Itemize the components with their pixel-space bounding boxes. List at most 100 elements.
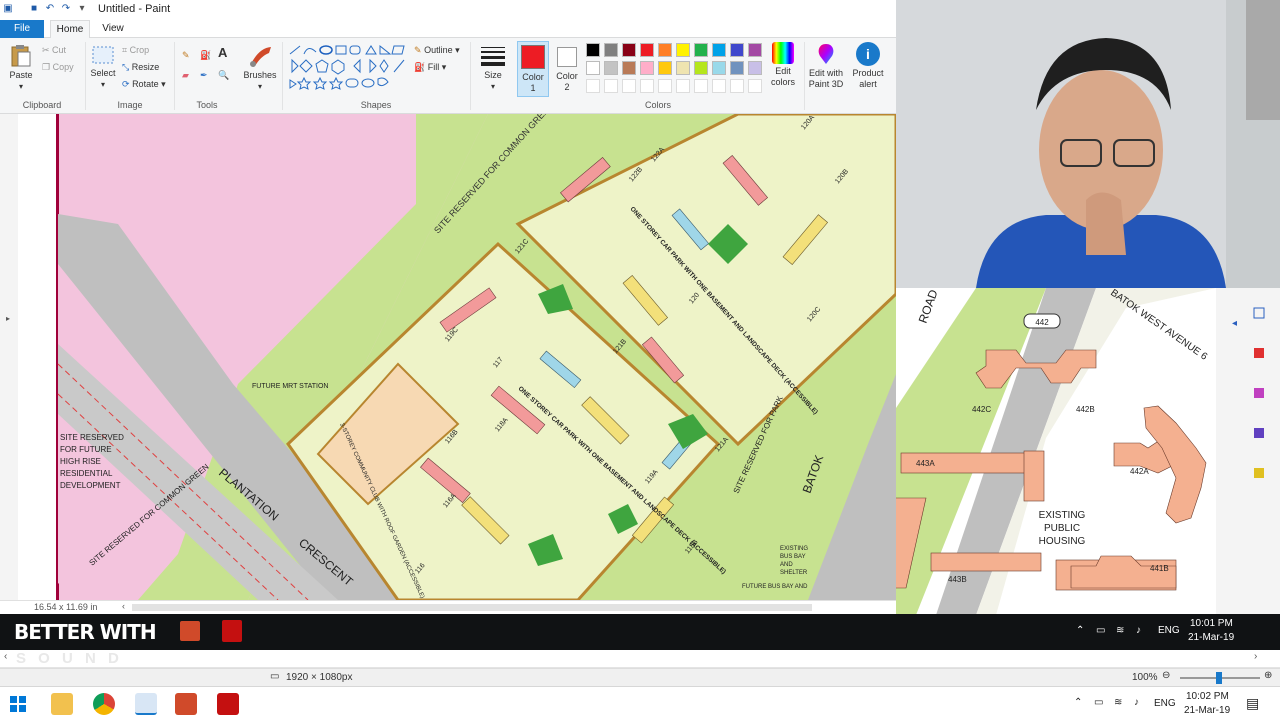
fill-bucket-icon[interactable]: ⛽	[200, 48, 211, 62]
palette-swatch[interactable]	[640, 61, 654, 75]
paste-button[interactable]: Paste ▾	[6, 44, 36, 92]
custom-color-slot[interactable]	[730, 79, 744, 93]
volume-icon[interactable]: ♪	[1136, 625, 1141, 636]
start-icon[interactable]	[10, 696, 26, 712]
acrobat-taskbar-icon[interactable]	[217, 693, 239, 715]
palette-swatch[interactable]	[748, 61, 762, 75]
size-readout: 16.54 x 11.69 in	[34, 602, 98, 612]
paste-label: Paste	[9, 70, 33, 80]
custom-color-slot[interactable]	[640, 79, 654, 93]
tray-chevron-icon[interactable]: ⌃	[1074, 697, 1082, 708]
fill-dropdown[interactable]: ⛽ Fill ▾	[414, 60, 446, 74]
palette-swatch[interactable]	[640, 43, 654, 57]
palette-swatch[interactable]	[676, 43, 690, 57]
tab-home[interactable]: Home	[50, 20, 90, 38]
powerpoint-icon[interactable]	[180, 621, 200, 641]
resize-button[interactable]: ⤡ Resize	[122, 60, 159, 74]
custom-color-slot[interactable]	[676, 79, 690, 93]
palette-swatch[interactable]	[658, 61, 672, 75]
powerpoint-taskbar-icon[interactable]	[175, 693, 197, 715]
rotate-button[interactable]: ⟳ Rotate ▾	[122, 77, 166, 91]
pencil-icon[interactable]: ✎	[182, 48, 190, 62]
cut-button[interactable]: ✂ Cut	[42, 43, 66, 57]
crop-button[interactable]: ⌗ Crop	[122, 43, 149, 57]
palette-swatch[interactable]	[586, 61, 600, 75]
redo-icon[interactable]: ↷	[60, 3, 72, 15]
palette-swatch[interactable]	[676, 61, 690, 75]
size-button[interactable]: Size ▾	[476, 44, 510, 92]
palette-swatch[interactable]	[748, 43, 762, 57]
palette-swatch[interactable]	[730, 43, 744, 57]
undo-icon[interactable]: ↶	[44, 3, 56, 15]
tab-file[interactable]: File	[0, 20, 44, 38]
wifi-icon[interactable]: ≋	[1116, 625, 1124, 636]
custom-color-slot[interactable]	[622, 79, 636, 93]
text-tool-icon[interactable]: A	[218, 46, 227, 60]
palette-swatch[interactable]	[658, 43, 672, 57]
palette-swatch[interactable]	[712, 43, 726, 57]
scroll-left-icon[interactable]: ‹	[122, 601, 125, 611]
clock-date[interactable]: 21-Mar-19	[1184, 705, 1230, 716]
color2-swatch	[557, 47, 577, 67]
eraser-icon[interactable]: ▰	[182, 68, 189, 82]
outline-dropdown[interactable]: ✎ Outline ▾	[414, 43, 460, 57]
magnifier-icon[interactable]: 🔍	[218, 68, 229, 82]
chrome-icon[interactable]	[93, 693, 115, 715]
tray-chevron-icon[interactable]: ⌃	[1076, 625, 1084, 636]
clock-time[interactable]: 10:02 PM	[1186, 691, 1229, 702]
language-indicator[interactable]: ENG	[1154, 698, 1176, 709]
zoom-in-icon[interactable]: ⊕	[1264, 670, 1272, 681]
image-dimensions: 1920 × 1080px	[286, 672, 353, 683]
zoom-out-icon[interactable]: ⊖	[1162, 670, 1170, 681]
paint3d-icon	[818, 44, 834, 64]
brushes-button[interactable]: Brushes ▾	[242, 44, 278, 92]
file-explorer-icon[interactable]	[51, 693, 73, 715]
color-picker-icon[interactable]: ✒	[200, 68, 208, 82]
palette-swatch[interactable]	[730, 61, 744, 75]
notification-icon[interactable]: ▤	[1246, 695, 1259, 712]
inner-language[interactable]: ENG	[1158, 625, 1180, 636]
edit-colors-button[interactable]: Edit colors	[766, 42, 800, 88]
palette-swatch[interactable]	[622, 61, 636, 75]
color2-number: 2	[564, 82, 570, 92]
custom-color-slot[interactable]	[604, 79, 618, 93]
custom-color-slot[interactable]	[694, 79, 708, 93]
color1-button[interactable]: Color 1	[517, 41, 549, 97]
paint-taskbar-icon[interactable]	[135, 693, 157, 715]
expand-left-icon[interactable]: ▸	[6, 314, 10, 323]
palette-swatch[interactable]	[604, 43, 618, 57]
volume-icon[interactable]: ♪	[1134, 697, 1139, 708]
palette-swatch[interactable]	[622, 43, 636, 57]
horizontal-scrollbar[interactable]	[132, 604, 812, 611]
size-label: Size	[484, 70, 502, 80]
custom-color-slot[interactable]	[748, 79, 762, 93]
select-button[interactable]: Select ▾	[88, 44, 118, 90]
save-icon[interactable]: ■	[28, 3, 40, 15]
palette-swatch[interactable]	[694, 43, 708, 57]
scroll-right-icon[interactable]: ›	[1254, 651, 1257, 662]
zoom-slider-thumb[interactable]	[1216, 672, 1222, 684]
customize-quick-access-icon[interactable]: ▾	[76, 3, 88, 15]
custom-color-slot[interactable]	[586, 79, 600, 93]
pdf-label-public: PUBLIC	[1044, 523, 1080, 534]
scroll-left-icon[interactable]: ‹	[4, 651, 7, 662]
custom-color-slot[interactable]	[658, 79, 672, 93]
pdf-collapse-icon[interactable]: ◂	[1232, 318, 1237, 329]
product-alert-button[interactable]: i Product alert	[848, 42, 888, 90]
shapes-gallery[interactable]	[288, 44, 408, 92]
palette-swatch[interactable]	[586, 43, 600, 57]
copy-button[interactable]: ❐ Copy	[42, 60, 74, 74]
tools-group-label: Tools	[196, 100, 218, 110]
palette-swatch[interactable]	[694, 61, 708, 75]
color2-label: Color	[556, 71, 578, 81]
label-mrt: FUTURE MRT STATION	[252, 383, 328, 390]
color2-button[interactable]: Color 2	[552, 41, 582, 97]
tab-view[interactable]: View	[96, 20, 130, 38]
palette-swatch[interactable]	[604, 61, 618, 75]
custom-color-slot[interactable]	[712, 79, 726, 93]
palette-swatch[interactable]	[712, 61, 726, 75]
canvas-area[interactable]: ▸ SITE RESERVED FOR COMMON GREEN FUTURE …	[0, 114, 896, 600]
wifi-icon[interactable]: ≋	[1114, 697, 1122, 708]
paint3d-button[interactable]: Edit with Paint 3D	[806, 42, 846, 90]
acrobat-icon[interactable]	[222, 620, 242, 642]
